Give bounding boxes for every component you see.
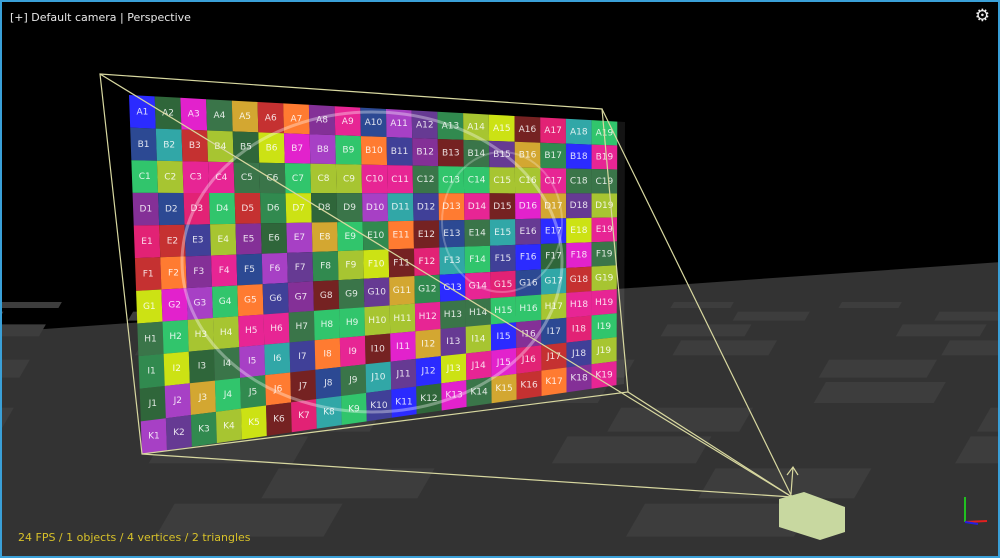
- render-stats: 24 FPS / 1 objects / 4 vertices / 2 tria…: [18, 531, 251, 544]
- floor-tile: [2, 311, 4, 321]
- floor-tile: [551, 436, 712, 464]
- floor-tile: [672, 340, 778, 356]
- floor-tile: [895, 324, 987, 337]
- floor-tile: [818, 359, 938, 378]
- 3d-viewport[interactable]: A1A2A3A4A5A6A7A8A9A10A11A12A13A14A15A16A…: [0, 0, 1000, 558]
- floor-tile: [732, 311, 810, 321]
- floor-tile: [261, 468, 435, 499]
- gear-icon[interactable]: ⚙: [975, 8, 990, 25]
- floor-tile: [813, 382, 946, 403]
- floor-tile: [670, 302, 734, 308]
- camera-mode-label[interactable]: [+] Default camera | Perspective: [10, 11, 191, 24]
- floor-tile: [660, 324, 752, 337]
- floor-tile: [941, 340, 998, 356]
- floor-tile: [2, 302, 62, 308]
- floor-tile: [934, 311, 998, 321]
- scene-canvas[interactable]: A1A2A3A4A5A6A7A8A9A10A11A12A13A14A15A16A…: [2, 2, 1000, 558]
- floor-tile: [2, 324, 46, 337]
- floor-tile: [838, 302, 902, 308]
